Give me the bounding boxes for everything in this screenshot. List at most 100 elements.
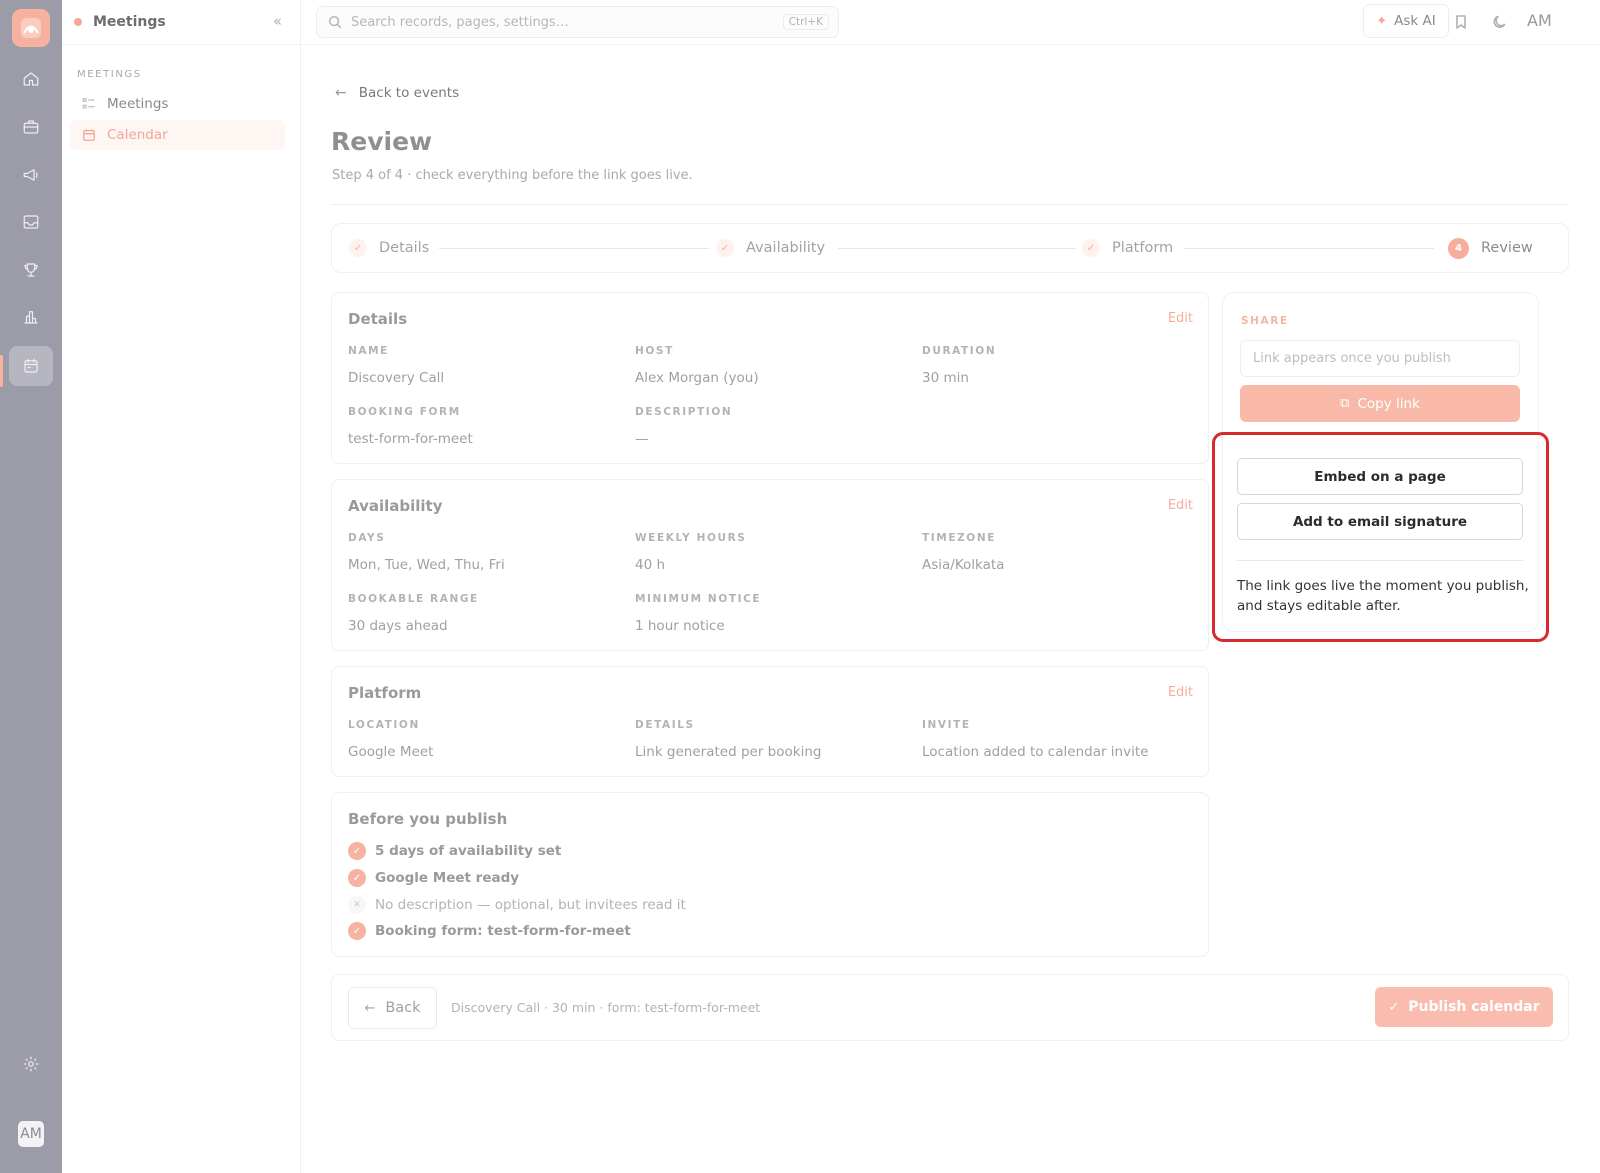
home-icon[interactable]	[9, 59, 53, 99]
card-title: Details	[348, 310, 408, 328]
sidebar-header: Meetings «	[62, 0, 300, 45]
checklist-item: ✓ 5 days of availability set	[348, 842, 561, 860]
checklist-text: No description — optional, but invitees …	[375, 897, 686, 913]
publish-calendar-button[interactable]: ✓ Publish calendar	[1375, 987, 1553, 1027]
field-label: NAME	[348, 345, 389, 357]
icon-rail: AM	[0, 0, 62, 1173]
checklist-item: ✓ Booking form: test-form-for-meet	[348, 922, 631, 940]
sidebar-item-label: Calendar	[107, 127, 168, 143]
highlight-annotation	[1212, 432, 1549, 642]
field-value: —	[635, 431, 649, 447]
logo-icon	[21, 18, 41, 38]
step-platform[interactable]: ✓ Platform	[1082, 224, 1173, 272]
event-summary: Discovery Call · 30 min · form: test-for…	[451, 1000, 761, 1015]
field-value: 40 h	[635, 557, 666, 573]
field-value: 30 days ahead	[348, 618, 448, 634]
sidebar-item-calendar[interactable]: Calendar	[70, 120, 285, 150]
user-avatar[interactable]: AM	[18, 1121, 44, 1147]
back-button[interactable]: ← Back	[348, 987, 437, 1029]
divider	[331, 204, 1569, 205]
field-value: Alex Morgan (you)	[635, 370, 759, 386]
check-icon: ✓	[1082, 239, 1100, 257]
step-details[interactable]: ✓ Details	[349, 224, 429, 272]
step-label: Details	[379, 240, 430, 256]
footer-action-bar: ← Back Discovery Call · 30 min · form: t…	[331, 974, 1569, 1041]
page-subtitle: Step 4 of 4 · check everything before th…	[332, 168, 693, 183]
field-label: BOOKABLE RANGE	[348, 593, 479, 605]
copy-link-label: Copy link	[1357, 395, 1420, 412]
bar-chart-icon[interactable]	[9, 297, 53, 337]
bookmark-icon[interactable]	[1451, 12, 1471, 32]
secondary-sidebar: Meetings « MEETINGS Meetings Calendar	[62, 0, 301, 1173]
global-search[interactable]: Ctrl+K	[316, 6, 839, 38]
sidebar-item-label: Meetings	[107, 96, 169, 112]
field-label: DETAILS	[635, 719, 695, 731]
megaphone-icon[interactable]	[9, 155, 53, 195]
sidebar-title: Meetings	[93, 14, 166, 30]
moon-icon[interactable]	[1490, 12, 1510, 32]
card-title: Platform	[348, 684, 422, 702]
calendar-icon	[83, 129, 95, 141]
details-card: Details Edit NAME Discovery Call HOST Al…	[331, 292, 1209, 464]
trophy-icon[interactable]	[9, 250, 53, 290]
field-label: LOCATION	[348, 719, 420, 731]
share-label: SHARE	[1241, 315, 1289, 327]
edit-details-link[interactable]: Edit	[1168, 311, 1193, 326]
check-icon: ✓	[716, 239, 734, 257]
ask-ai-button[interactable]: ✦ Ask AI	[1363, 4, 1449, 38]
field-label: BOOKING FORM	[348, 406, 461, 418]
search-input[interactable]	[351, 14, 771, 30]
card-title: Availability	[348, 497, 443, 515]
active-marker	[0, 355, 3, 387]
field-label: DESCRIPTION	[635, 406, 733, 418]
sidebar-item-meetings[interactable]: Meetings	[70, 89, 285, 119]
field-value: Link generated per booking	[635, 744, 822, 760]
main-content: ← Back to events Review Step 4 of 4 · ch…	[301, 45, 1600, 1173]
step-review[interactable]: 4 Review	[1448, 224, 1533, 272]
field-value: Location added to calendar invite	[922, 744, 1149, 760]
checklist-item: ✕ No description — optional, but invitee…	[348, 896, 686, 914]
field-label: INVITE	[922, 719, 971, 731]
step-connector	[439, 248, 709, 249]
step-label: Availability	[746, 240, 826, 256]
copy-icon: ⧉	[1340, 396, 1350, 411]
step-label: Review	[1481, 240, 1533, 256]
briefcase-icon[interactable]	[9, 107, 53, 147]
search-icon	[329, 16, 342, 29]
edit-availability-link[interactable]: Edit	[1168, 498, 1193, 513]
settings-icon[interactable]	[9, 1044, 53, 1084]
field-label: MINIMUM NOTICE	[635, 593, 762, 605]
edit-platform-link[interactable]: Edit	[1168, 685, 1193, 700]
field-value: Google Meet	[348, 744, 434, 760]
checklist-item: ✓ Google Meet ready	[348, 869, 519, 887]
sparkle-icon: ✦	[1376, 13, 1388, 29]
top-bar: Ctrl+K ✦ Ask AI AM	[301, 0, 1600, 45]
app-logo[interactable]	[12, 9, 50, 47]
publish-label: Publish calendar	[1408, 999, 1540, 1015]
wizard-stepper: ✓ Details ✓ Availability ✓ Platform 4 Re…	[331, 223, 1569, 273]
field-label: DAYS	[348, 532, 386, 544]
back-to-events-link[interactable]: ← Back to events	[335, 85, 459, 101]
header-avatar[interactable]: AM	[1527, 11, 1552, 30]
check-icon: ✓	[348, 869, 366, 887]
calendar-icon[interactable]	[9, 346, 53, 386]
list-icon	[82, 98, 95, 109]
check-icon: ✓	[1388, 999, 1400, 1015]
inbox-icon[interactable]	[9, 202, 53, 242]
share-link-field[interactable]	[1240, 340, 1520, 377]
arrow-left-icon: ←	[335, 85, 347, 101]
collapse-icon[interactable]: «	[273, 12, 282, 30]
sidebar-section-label: MEETINGS	[77, 69, 142, 80]
copy-link-button[interactable]: ⧉ Copy link	[1240, 385, 1520, 422]
field-label: HOST	[635, 345, 674, 357]
check-icon: ✓	[348, 842, 366, 860]
field-value: 1 hour notice	[635, 618, 725, 634]
checklist-text: Booking form: test-form-for-meet	[375, 923, 631, 939]
step-number: 4	[1448, 237, 1469, 259]
field-label: DURATION	[922, 345, 997, 357]
check-icon: ✓	[349, 239, 367, 257]
ask-ai-label: Ask AI	[1394, 13, 1436, 29]
page-title: Review	[331, 127, 433, 156]
step-availability[interactable]: ✓ Availability	[716, 224, 825, 272]
card-title: Before you publish	[348, 810, 508, 828]
